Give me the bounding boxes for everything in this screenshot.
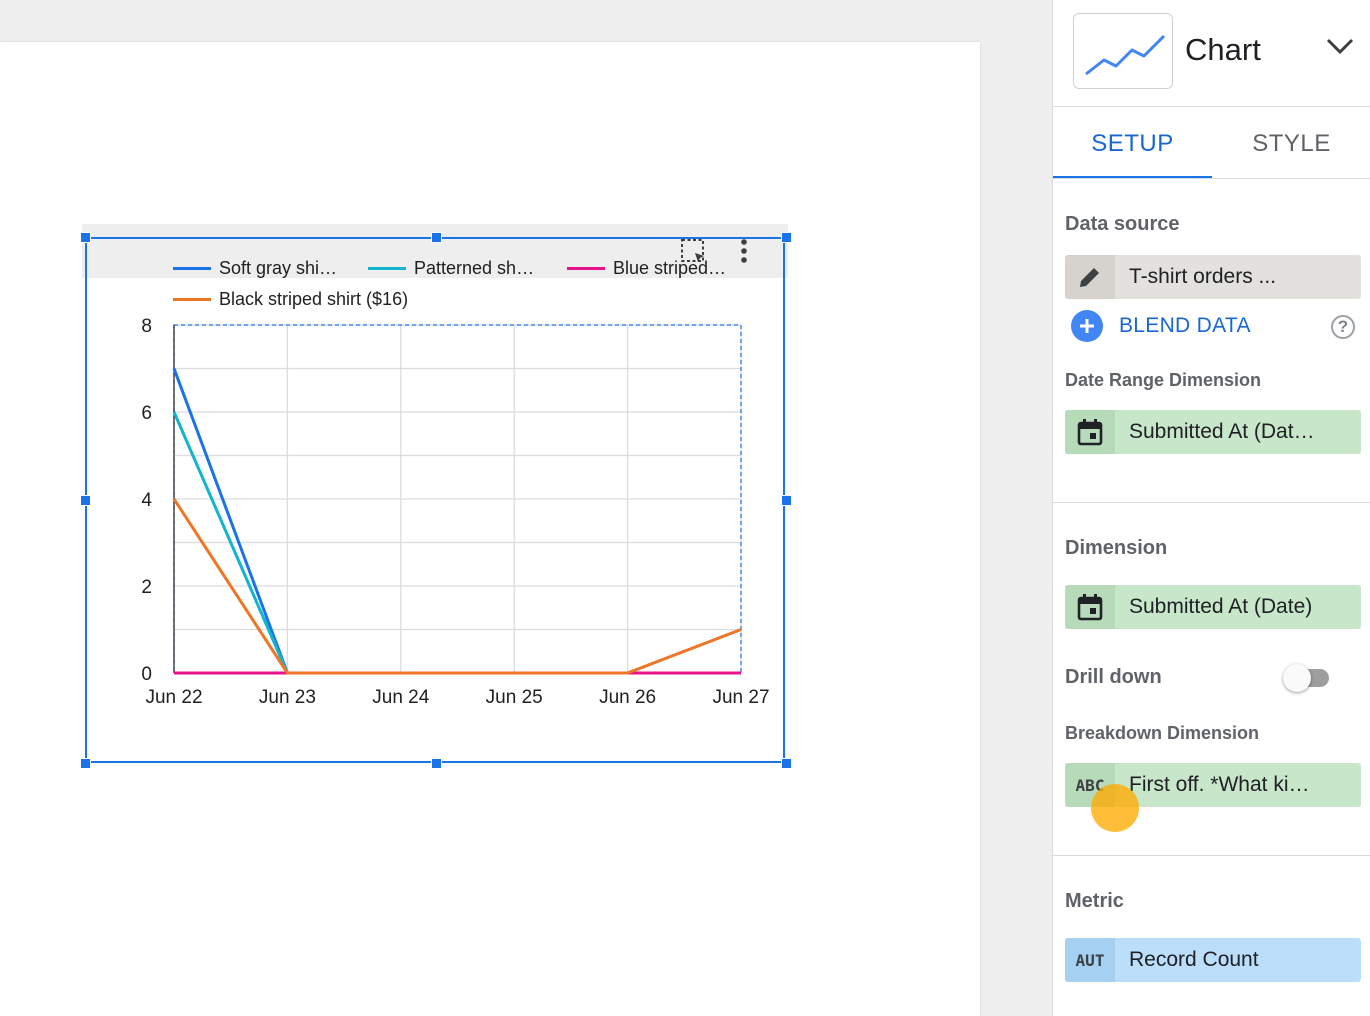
resize-handle-top[interactable]	[431, 232, 442, 243]
dimension-label: Dimension	[1065, 537, 1168, 559]
resize-handle-bottom-right[interactable]	[781, 758, 792, 769]
resize-handle-top-right[interactable]	[781, 232, 792, 243]
chart-selection-frame[interactable]	[85, 237, 785, 763]
blend-data-label: BLEND DATA	[1119, 314, 1251, 337]
breakdown-chip[interactable]: ABC First off. *What ki…	[1065, 763, 1361, 807]
pencil-icon[interactable]	[1065, 255, 1115, 299]
aggregation-type-icon: AUT	[1065, 938, 1115, 982]
calendar-icon	[1065, 410, 1115, 454]
help-icon[interactable]: ?	[1331, 315, 1355, 339]
resize-handle-left[interactable]	[80, 495, 91, 506]
type-badge: AUT	[1075, 950, 1105, 970]
properties-panel: Chart SETUP STYLE Data source T-shirt or…	[1052, 0, 1370, 1016]
resize-handle-bottom-left[interactable]	[80, 758, 91, 769]
metric-chip[interactable]: AUT Record Count	[1065, 938, 1361, 982]
report-canvas[interactable]: 0 2 4 6 8 Jun 22 Jun 23 Jun 24 Jun 25 Jun 26 Jun 2…	[0, 42, 980, 1016]
divider	[1053, 502, 1370, 503]
drill-down-toggle[interactable]	[1283, 664, 1335, 692]
blend-data-button[interactable]: BLEND DATA	[1071, 310, 1251, 342]
resize-handle-bottom[interactable]	[431, 758, 442, 769]
chart-type-selector[interactable]	[1073, 13, 1173, 89]
divider	[1053, 855, 1370, 856]
chart-type-label: Chart	[1185, 32, 1261, 67]
date-range-value: Submitted At (Dat…	[1129, 420, 1315, 443]
metric-value: Record Count	[1129, 948, 1259, 971]
dimension-value: Submitted At (Date)	[1129, 595, 1313, 618]
metric-label: Metric	[1065, 890, 1124, 912]
divider	[1053, 106, 1370, 107]
data-source-value: T-shirt orders ...	[1129, 265, 1277, 288]
data-source-chip[interactable]: T-shirt orders ...	[1065, 255, 1361, 299]
dimension-chip[interactable]: Submitted At (Date)	[1065, 585, 1361, 629]
drill-down-label: Drill down	[1065, 666, 1162, 688]
date-range-label: Date Range Dimension	[1065, 370, 1262, 390]
toggle-knob	[1283, 664, 1311, 692]
data-source-label: Data source	[1065, 213, 1180, 235]
text-type-icon: ABC	[1065, 763, 1115, 807]
date-range-chip[interactable]: Submitted At (Dat…	[1065, 410, 1361, 454]
tab-setup[interactable]: SETUP	[1053, 110, 1212, 178]
divider	[1053, 178, 1370, 179]
calendar-icon	[1065, 585, 1115, 629]
type-badge: ABC	[1075, 775, 1105, 795]
breakdown-label: Breakdown Dimension	[1065, 723, 1260, 743]
resize-handle-right[interactable]	[781, 495, 792, 506]
tab-style[interactable]: STYLE	[1212, 110, 1370, 178]
breakdown-value: First off. *What ki…	[1129, 773, 1310, 796]
chevron-down-icon[interactable]	[1325, 36, 1355, 61]
line-chart-icon	[1085, 34, 1166, 76]
resize-handle-top-left[interactable]	[80, 232, 91, 243]
plus-icon	[1071, 310, 1103, 342]
